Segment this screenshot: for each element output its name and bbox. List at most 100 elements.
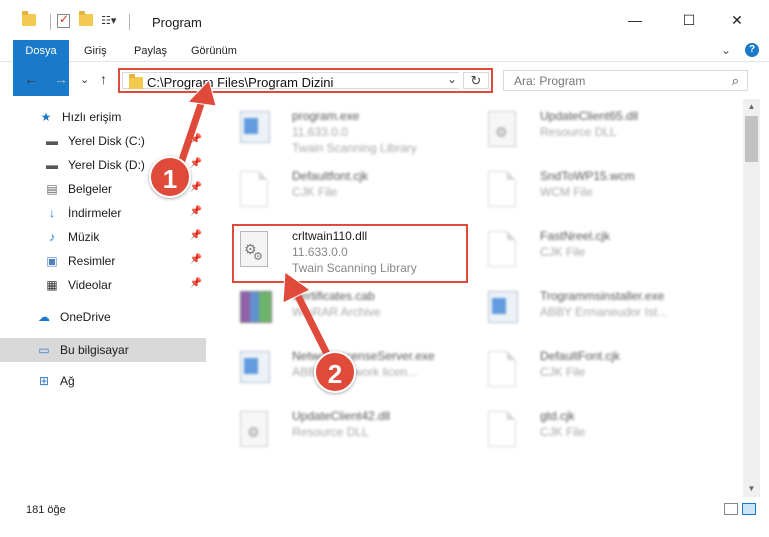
vertical-scrollbar[interactable]: ▲ ▼ bbox=[743, 99, 760, 497]
file-detail: WinRAR Archive bbox=[292, 305, 381, 319]
file-item[interactable]: Defaultfont.cjk CJK File bbox=[224, 163, 474, 219]
scroll-down-arrow[interactable]: ▼ bbox=[743, 481, 760, 497]
network-icon: ⊞ bbox=[38, 374, 50, 388]
new-folder-icon[interactable] bbox=[79, 11, 95, 30]
sidebar-item-quick-access[interactable]: ★ Hızlı erişim bbox=[0, 105, 206, 129]
sidebar-item-music[interactable]: ♪ Müzik 📌 bbox=[0, 225, 206, 249]
tab-home[interactable]: Giriş bbox=[74, 40, 117, 62]
download-icon: ↓ bbox=[49, 206, 55, 220]
file-item[interactable]: ⚙ UpdateClient65.dll Resource DLL bbox=[472, 103, 722, 159]
computer-icon: ▭ bbox=[38, 343, 50, 357]
scroll-up-arrow[interactable]: ▲ bbox=[743, 99, 760, 115]
up-button[interactable]: ↑ bbox=[100, 71, 107, 87]
address-bar[interactable]: C:\Program Files\Program Dizini ⌄ ↻ bbox=[118, 68, 493, 93]
star-icon: ★ bbox=[40, 110, 52, 124]
sidebar-item-label: Videolar bbox=[68, 278, 112, 292]
quick-access-toolbar: ☷▾ bbox=[22, 11, 136, 32]
file-detail: CJK File bbox=[540, 425, 586, 439]
recent-locations-button[interactable]: ⌄ bbox=[80, 73, 89, 86]
file-item[interactable]: ⚙ UpdateClient42.dll Resource DLL bbox=[224, 403, 474, 459]
dll-icon: ⚙ bbox=[488, 111, 520, 149]
sidebar-item-onedrive[interactable]: ☁ OneDrive bbox=[0, 305, 206, 329]
ribbon-tabs: Dosya Giriş Paylaş Görünüm ⌄ ? bbox=[0, 40, 769, 96]
file-item[interactable]: gtd.cjk CJK File bbox=[472, 403, 722, 459]
step-badge-1: 1 bbox=[149, 156, 191, 198]
sidebar-item-label: Yerel Disk (D:) bbox=[68, 158, 145, 172]
pin-icon: 📌 bbox=[189, 182, 202, 193]
address-text[interactable]: C:\Program Files\Program Dizini bbox=[147, 75, 333, 90]
cloud-icon: ☁ bbox=[38, 310, 50, 324]
address-field[interactable]: C:\Program Files\Program Dizini bbox=[122, 72, 459, 92]
file-item[interactable]: Certificates.cab WinRAR Archive bbox=[224, 283, 474, 339]
expand-ribbon-icon[interactable]: ⌄ bbox=[721, 43, 731, 57]
search-placeholder: Ara: Program bbox=[514, 74, 586, 88]
dll-icon: ⚙ bbox=[240, 411, 272, 449]
music-icon: ♪ bbox=[49, 230, 55, 244]
pin-icon: 📌 bbox=[189, 158, 202, 169]
sidebar-item-label: OneDrive bbox=[60, 310, 111, 324]
file-detail: CJK File bbox=[292, 185, 338, 199]
chevron-down-icon[interactable]: ⌄ bbox=[447, 72, 457, 86]
scroll-thumb[interactable] bbox=[745, 116, 758, 162]
file-item[interactable]: Trogrammsinstaller.exe ABBY Ermaneudor I… bbox=[472, 283, 722, 339]
sidebar-item-network[interactable]: ⊞ Ağ bbox=[0, 369, 206, 393]
document-icon bbox=[488, 351, 520, 389]
sidebar-item-videos[interactable]: ▦ Videolar 📌 bbox=[0, 273, 206, 297]
status-bar: 181 öğe bbox=[0, 498, 769, 537]
sidebar-item-label: Yerel Disk (C:) bbox=[68, 134, 145, 148]
search-input[interactable]: Ara: Program ⌕ bbox=[503, 70, 748, 91]
pin-icon: 📌 bbox=[189, 134, 202, 145]
close-button[interactable]: ✕ bbox=[714, 0, 760, 40]
file-list: program.exe 11.633.0.0 Twain Scanning Li… bbox=[214, 99, 742, 497]
tab-view[interactable]: Görünüm bbox=[181, 40, 247, 62]
archive-icon bbox=[240, 291, 272, 329]
item-count: 181 öğe bbox=[26, 504, 66, 516]
search-icon[interactable]: ⌕ bbox=[732, 73, 739, 89]
details-view-icon[interactable] bbox=[724, 503, 738, 515]
tiles-view-icon[interactable] bbox=[742, 503, 756, 515]
customize-toolbar-icon[interactable]: ☷▾ bbox=[101, 14, 117, 30]
navigation-bar: ← → ⌄ ↑ C:\Program Files\Program Dizini … bbox=[0, 63, 769, 97]
forward-button[interactable]: → bbox=[54, 71, 68, 87]
file-detail: CJK File bbox=[540, 245, 586, 259]
highlight-box bbox=[232, 224, 468, 283]
sidebar-item-label: Resimler bbox=[68, 254, 116, 268]
title-bar: ☷▾ Program — ☐ ✕ bbox=[0, 0, 769, 40]
tab-share[interactable]: Paylaş bbox=[124, 40, 177, 62]
file-name: Certificates.cab bbox=[292, 289, 375, 303]
help-icon[interactable]: ? bbox=[745, 43, 759, 57]
folder-icon bbox=[22, 11, 38, 30]
file-detail: Resource DLL bbox=[540, 125, 617, 139]
refresh-button[interactable]: ↻ bbox=[463, 72, 489, 89]
file-item[interactable]: SndToWP15.wcm WCM File bbox=[472, 163, 722, 219]
file-item[interactable]: DefaultFont.cjk CJK File bbox=[472, 343, 722, 399]
pin-icon: 📌 bbox=[189, 230, 202, 241]
file-name: Trogrammsinstaller.exe bbox=[540, 289, 665, 303]
sidebar-item-pictures[interactable]: ▣ Resimler 📌 bbox=[0, 249, 206, 273]
file-item[interactable]: program.exe 11.633.0.0 Twain Scanning Li… bbox=[224, 103, 474, 159]
file-name: program.exe bbox=[292, 109, 360, 123]
videos-icon: ▦ bbox=[46, 278, 58, 292]
file-name: SndToWP15.wcm bbox=[540, 169, 635, 183]
sidebar-item-label: Ağ bbox=[60, 374, 75, 388]
sidebar-item-label: Belgeler bbox=[68, 182, 113, 196]
exe-icon bbox=[240, 111, 272, 149]
folder-icon bbox=[129, 74, 143, 92]
document-icon bbox=[240, 171, 272, 209]
file-name: UpdateClient42.dll bbox=[292, 409, 391, 423]
maximize-button[interactable]: ☐ bbox=[666, 0, 712, 40]
sidebar-item-this-pc[interactable]: ▭ Bu bilgisayar bbox=[0, 338, 206, 362]
file-name: NetworkLicenseServer.exe bbox=[292, 349, 435, 363]
sidebar-item-downloads[interactable]: ↓ İndirmeler 📌 bbox=[0, 201, 206, 225]
file-detail: ABBY Ermaneudor Ist... bbox=[540, 305, 668, 319]
documents-icon: ▤ bbox=[46, 182, 58, 196]
file-item[interactable]: FastNreel.cjk CJK File bbox=[472, 223, 722, 279]
sidebar-item-local-disk-c[interactable]: ▬ Yerel Disk (C:) 📌 bbox=[0, 129, 206, 153]
minimize-button[interactable]: — bbox=[612, 0, 658, 40]
pin-icon: 📌 bbox=[189, 206, 202, 217]
file-detail: Twain Scanning Library bbox=[292, 141, 417, 155]
step-badge-2: 2 bbox=[314, 351, 356, 393]
file-name: DefaultFont.cjk bbox=[540, 349, 621, 363]
back-button[interactable]: ← bbox=[24, 71, 38, 87]
properties-check-icon[interactable] bbox=[57, 12, 73, 30]
